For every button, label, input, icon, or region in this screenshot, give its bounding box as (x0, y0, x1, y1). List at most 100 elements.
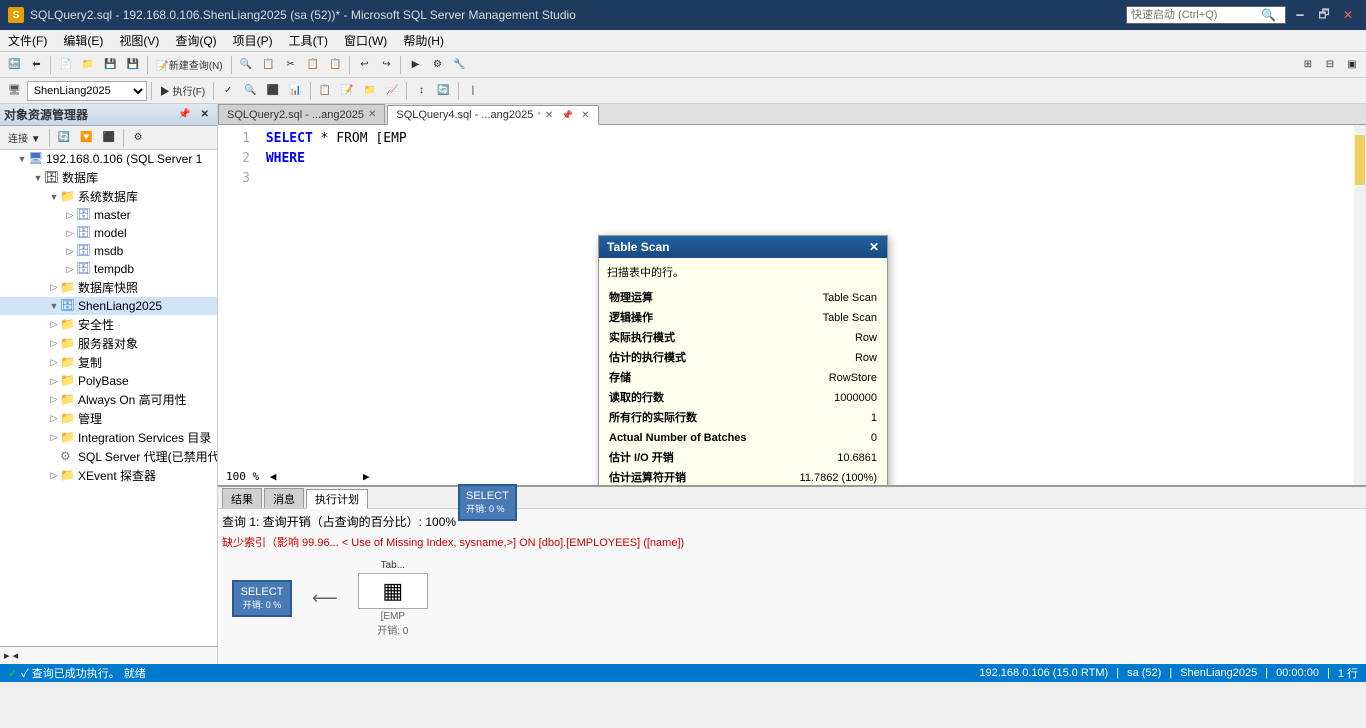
tree-databases[interactable]: ▼ 🗄 数据库 (0, 168, 217, 187)
tree-security[interactable]: ▷ 📁 安全性 (0, 315, 217, 334)
menu-view[interactable]: 视图(V) (111, 30, 167, 51)
oe-stop-btn[interactable]: ⬛ (99, 127, 119, 149)
db-selector[interactable]: ShenLiang2025 (27, 81, 147, 101)
tree-snapshot[interactable]: ▷ 📁 数据库快照 (0, 278, 217, 297)
oe-close-btn[interactable]: ✕ (197, 107, 213, 122)
tree-management[interactable]: ▷ 📁 管理 (0, 409, 217, 428)
menu-help[interactable]: 帮助(H) (395, 30, 452, 51)
tab-pin-btn[interactable]: 📌 (557, 104, 577, 126)
new-query-btn[interactable]: 🔙 (4, 54, 24, 76)
cursor-btn[interactable]: | (463, 80, 483, 102)
btn-1[interactable]: ⬅ (26, 54, 46, 76)
check-btn[interactable]: ✓ (218, 80, 238, 102)
expand-alwayson[interactable]: ▷ (48, 394, 60, 405)
expand-model[interactable]: ▷ (64, 228, 76, 239)
btn-6[interactable]: 📋 (258, 54, 278, 76)
btn-debug[interactable]: ▶ (405, 54, 425, 76)
tree-sqlagent[interactable]: ⚙ SQL Server 代理(已禁用代 (0, 447, 217, 466)
tab-sqlquery2-close[interactable]: ✕ (368, 109, 376, 120)
expand-tempdb[interactable]: ▷ (64, 264, 76, 275)
results-tab-results[interactable]: 结果 (222, 488, 262, 508)
execute-btn[interactable]: ▶ 执行(F) (156, 80, 210, 102)
stat-btn[interactable]: 📈 (382, 80, 402, 102)
tree-alwayson[interactable]: ▷ 📁 Always On 高可用性 (0, 390, 217, 409)
results-tab-messages[interactable]: 消息 (264, 488, 304, 508)
tab-sqlquery4-close[interactable]: ✕ (545, 110, 553, 121)
tree-tempdb[interactable]: ▷ 🗄 tempdb (0, 260, 217, 278)
quick-launch[interactable]: 🔍 (1126, 6, 1286, 24)
btn-13[interactable]: ▣ (1342, 54, 1362, 76)
expand-databases[interactable]: ▼ (32, 173, 44, 183)
tab-sqlquery2[interactable]: SQLQuery2.sql - ...ang2025 ✕ (218, 104, 385, 124)
tree-replication[interactable]: ▷ 📁 复制 (0, 353, 217, 372)
btn-2[interactable]: 📄 (55, 54, 75, 76)
oe-pin-btn[interactable]: 📌 (174, 107, 194, 122)
btn-copy[interactable]: 📋 (303, 54, 323, 76)
parse-btn[interactable]: 🔍 (240, 80, 260, 102)
expand-system-dbs[interactable]: ▼ (48, 192, 60, 202)
text-btn[interactable]: 📝 (337, 80, 357, 102)
btn-12[interactable]: ⊟ (1320, 54, 1340, 76)
tree-master[interactable]: ▷ 🗄 master (0, 206, 217, 224)
expand-server-obj[interactable]: ▷ (48, 338, 60, 349)
close-button[interactable]: ✕ (1338, 5, 1358, 25)
menu-edit[interactable]: 编辑(E) (55, 30, 111, 51)
btn-redo[interactable]: ↪ (376, 54, 396, 76)
tab-sqlquery4-x[interactable]: ✕ (581, 110, 589, 121)
oe-filter-btn[interactable]: 🔽 (76, 127, 96, 149)
tree-msdb[interactable]: ▷ 🗄 msdb (0, 242, 217, 260)
menu-query[interactable]: 查询(Q) (167, 30, 224, 51)
btn-undo[interactable]: ↩ (354, 54, 374, 76)
expand-xevent[interactable]: ▷ (48, 470, 60, 481)
expand-integration[interactable]: ▷ (48, 432, 60, 443)
expand-polybase[interactable]: ▷ (48, 376, 60, 387)
tree-server-obj[interactable]: ▷ 📁 服务器对象 (0, 334, 217, 353)
scroll-thumb[interactable] (1355, 135, 1365, 185)
oe-props-btn[interactable]: ⚙ (128, 127, 148, 149)
file-btn[interactable]: 📁 (360, 80, 380, 102)
tree-server[interactable]: ▼ 🖥 192.168.0.106 (SQL Server 1 (0, 150, 217, 168)
expand-msdb[interactable]: ▷ (64, 246, 76, 257)
btn-5[interactable]: 🔍 (236, 54, 256, 76)
tree-integration[interactable]: ▷ 📁 Integration Services 目录 (0, 428, 217, 447)
trans2-btn[interactable]: 🔄 (433, 80, 453, 102)
grid-btn[interactable]: 📋 (315, 80, 335, 102)
btn-10[interactable]: 🔧 (449, 54, 469, 76)
btn-11[interactable]: ⊞ (1298, 54, 1318, 76)
scrollbar-vertical[interactable] (1354, 125, 1366, 485)
btn-new-query[interactable]: 📝新建查询(N) (152, 54, 226, 76)
oe-connect-btn[interactable]: 连接 ▼ (4, 127, 45, 149)
tree-system-dbs[interactable]: ▼ 📁 系统数据库 (0, 187, 217, 206)
plan-btn[interactable]: 📊 (285, 80, 305, 102)
trans-btn[interactable]: ↕ (411, 80, 431, 102)
oe-refresh-btn[interactable]: 🔄 (54, 127, 74, 149)
expand-replication[interactable]: ▷ (48, 357, 60, 368)
tab-sqlquery4[interactable]: SQLQuery4.sql - ...ang2025 * ✕ 📌 ✕ (387, 105, 598, 125)
btn-7[interactable]: ✂ (281, 54, 301, 76)
btn-3[interactable]: 📁 (78, 54, 98, 76)
expand-master[interactable]: ▷ (64, 210, 76, 221)
btn-save[interactable]: 💾 (100, 54, 120, 76)
expand-security[interactable]: ▷ (48, 319, 60, 330)
tree-polybase[interactable]: ▷ 📁 PolyBase (0, 372, 217, 390)
tree-shenliang[interactable]: ▼ 🗄 ShenLiang2025 (0, 297, 217, 315)
menu-window[interactable]: 窗口(W) (336, 30, 395, 51)
menu-project[interactable]: 项目(P) (225, 30, 281, 51)
expand-shenliang[interactable]: ▼ (48, 301, 60, 311)
btn-save-all[interactable]: 💾 (123, 54, 143, 76)
tooltip-close-btn[interactable]: ✕ (869, 240, 879, 254)
menu-file[interactable]: 文件(F) (0, 30, 55, 51)
minimize-button[interactable]: 🗕 (1290, 5, 1310, 25)
restore-button[interactable]: 🗗 (1314, 5, 1334, 25)
btn-profile[interactable]: ⚙ (427, 54, 447, 76)
btn-paste[interactable]: 📋 (325, 54, 345, 76)
tree-model[interactable]: ▷ 🗄 model (0, 224, 217, 242)
results-tab-plan[interactable]: 执行计划 (306, 489, 368, 509)
expand-management[interactable]: ▷ (48, 413, 60, 424)
expand-snapshot[interactable]: ▷ (48, 282, 60, 293)
stop-btn[interactable]: ⬛ (263, 80, 283, 102)
quick-launch-input[interactable] (1131, 9, 1261, 21)
tree-xevent[interactable]: ▷ 📁 XEvent 探查器 (0, 466, 217, 485)
expand-server[interactable]: ▼ (16, 154, 28, 164)
menu-tools[interactable]: 工具(T) (281, 30, 336, 51)
